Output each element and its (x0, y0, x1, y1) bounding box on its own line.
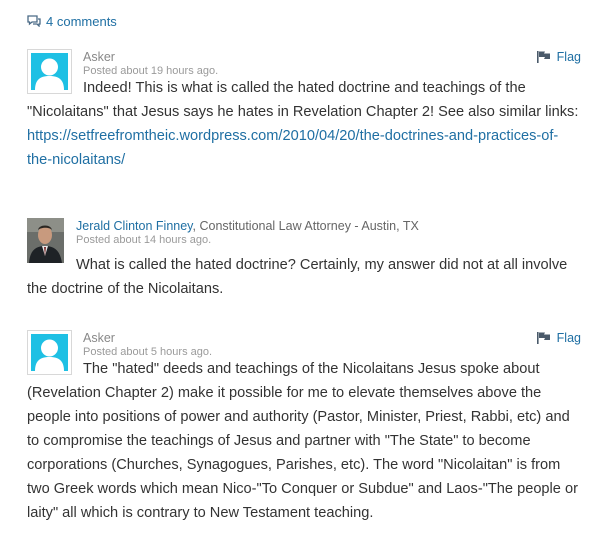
flag-label: Flag (556, 50, 581, 64)
comments-count-label: 4 comments (46, 13, 117, 29)
comment-text: What is called the hated doctrine? Certa… (27, 257, 568, 297)
comment: Asker Posted about 5 hours ago. Flag The… (27, 330, 583, 525)
comment-author: Asker (83, 331, 115, 345)
default-avatar-icon (27, 330, 72, 375)
comments-count-link[interactable]: 4 comments (27, 12, 117, 30)
comment-link[interactable]: https://setfreefromtheic.wordpress.com/2… (27, 128, 558, 168)
comment-author[interactable]: Jerald Clinton Finney (76, 219, 193, 233)
comment-timestamp: Posted about 19 hours ago. (83, 65, 219, 77)
comment: Asker Posted about 19 hours ago. Flag In… (27, 49, 583, 172)
comment-meta: Jerald Clinton Finney, Constitutional La… (76, 218, 583, 248)
flag-icon (536, 332, 551, 344)
comment-author-title: Constitutional Law Attorney - Austin, TX (199, 219, 419, 233)
comment-author: Asker (83, 50, 115, 64)
user-photo (27, 218, 64, 263)
comment-timestamp: Posted about 5 hours ago. (83, 346, 213, 358)
flag-button[interactable]: Flag (536, 50, 581, 64)
comment-author-line: Jerald Clinton Finney, Constitutional La… (76, 218, 583, 234)
flag-button[interactable]: Flag (536, 331, 581, 345)
flag-icon (536, 51, 551, 63)
default-avatar-icon (27, 49, 72, 94)
comment-meta: Asker Posted about 5 hours ago. Flag (83, 330, 583, 360)
comment-timestamp: Posted about 14 hours ago. (76, 234, 212, 246)
author-separator: , (192, 219, 196, 233)
comment-meta: Asker Posted about 19 hours ago. Flag (83, 49, 583, 79)
flag-label: Flag (556, 331, 581, 345)
comment-text: Indeed! This is what is called the hated… (27, 80, 579, 120)
comments-icon (27, 15, 41, 27)
comment: Jerald Clinton Finney, Constitutional La… (27, 218, 583, 301)
comment-text: The "hated" deeds and teachings of the N… (27, 361, 578, 521)
